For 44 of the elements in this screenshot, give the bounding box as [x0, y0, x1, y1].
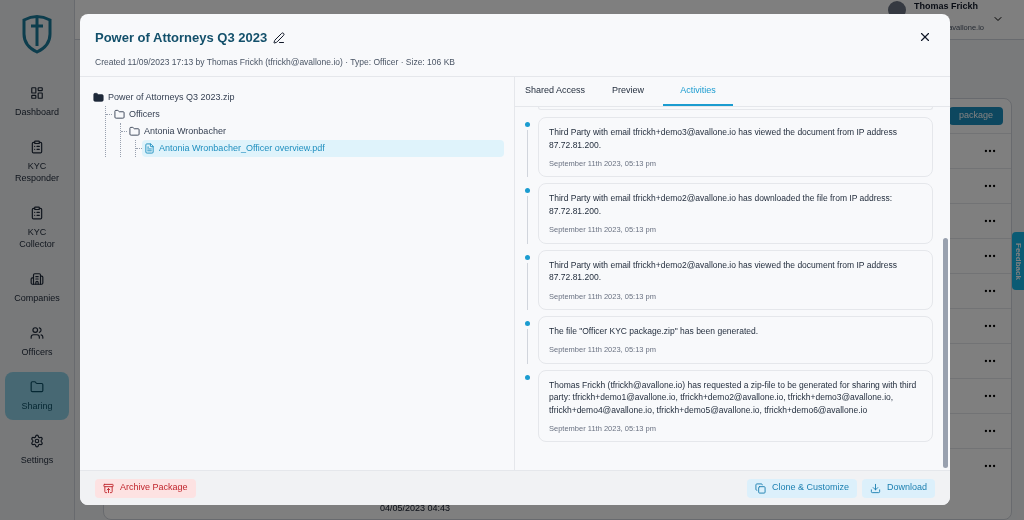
tab[interactable]: Preview	[593, 77, 664, 106]
tree-item[interactable]: Officers	[112, 106, 162, 123]
user-name: Thomas Frickh	[914, 1, 978, 12]
edit-icon[interactable]	[273, 31, 286, 44]
dashboard-icon	[30, 86, 44, 100]
new-package-button[interactable]: package	[948, 107, 1003, 125]
row-date: 04/05/2023 04:43	[380, 503, 451, 513]
tab[interactable]: Shared Access	[517, 77, 594, 106]
sidebar-item[interactable]: KYC Responder	[5, 132, 69, 192]
modal-title: Power of Attorneys Q3 2023	[95, 29, 268, 47]
close-icon[interactable]	[918, 30, 932, 44]
archive-button[interactable]: Archive Package	[95, 478, 196, 498]
tree-item[interactable]: Antonia Wronbacher	[127, 123, 228, 140]
folder-icon	[93, 92, 104, 103]
sidebar-item[interactable]: Officers	[5, 318, 69, 366]
download-icon	[869, 482, 881, 494]
sidebar-item[interactable]: Sharing	[5, 372, 69, 420]
activity-text: Third Party with email tfrickh+demo2@avallone.io has downloaded the file from IP address: 87.72.81.200.	[549, 192, 894, 218]
modal-meta: Created 11/09/2023 17:13 by Thomas Frickh (tfrickh@avallone.io) · Type: Officer · Size: 106 KB	[95, 55, 456, 69]
folder-icon	[114, 109, 125, 120]
tree-item[interactable]: Antonia Wronbacher_Officer overview.pdf	[142, 140, 504, 157]
buildings-icon	[30, 272, 44, 286]
sidebar-item[interactable]: Companies	[5, 264, 69, 312]
people-icon	[30, 326, 44, 340]
tab[interactable]: Activities	[663, 77, 734, 106]
activity-text: Third Party with email tfrickh+demo3@avallone.io has viewed the document from IP address 87.72.81.200.	[549, 126, 898, 151]
clipboard-icon	[30, 206, 44, 220]
activity-text: Thomas Frickh (tfrickh@avallone.io) has requested a zip-file to be generated for sharing with third party: tfrickh+demo1@avallone.io, tfrickh+demo2@avallone.io, tfrickh+demo3@avallone.io, tfrickh+demo4@avallone.io, tfrickh+demo5@avallone.io, tfrickh+demo6@avallone.io	[549, 378, 918, 416]
clone-button[interactable]: Clone & Customize	[746, 478, 857, 498]
shield-logo	[20, 14, 54, 54]
archive-icon	[103, 482, 114, 494]
activity-text: The file "Officer KYC package.zip" has been generated.	[549, 324, 760, 338]
sidebar-item[interactable]: Dashboard	[5, 78, 69, 126]
sidebar-item[interactable]: KYC Collector	[5, 198, 69, 258]
settings-icon	[30, 434, 44, 448]
clipboard-icon	[30, 140, 44, 154]
folder-icon	[129, 126, 140, 137]
sidebar-item[interactable]: Settings	[5, 426, 69, 474]
copy-icon	[754, 482, 766, 494]
folder-icon	[30, 380, 44, 394]
activity-text: Third Party with email tfrickh+demo2@avallone.io has viewed the document from IP address 87.72.81.200.	[549, 258, 898, 284]
file-icon	[144, 143, 155, 154]
download-button[interactable]: Download	[861, 478, 935, 498]
tree-item[interactable]: Power of Attorneys Q3 2023.zip	[91, 89, 237, 106]
